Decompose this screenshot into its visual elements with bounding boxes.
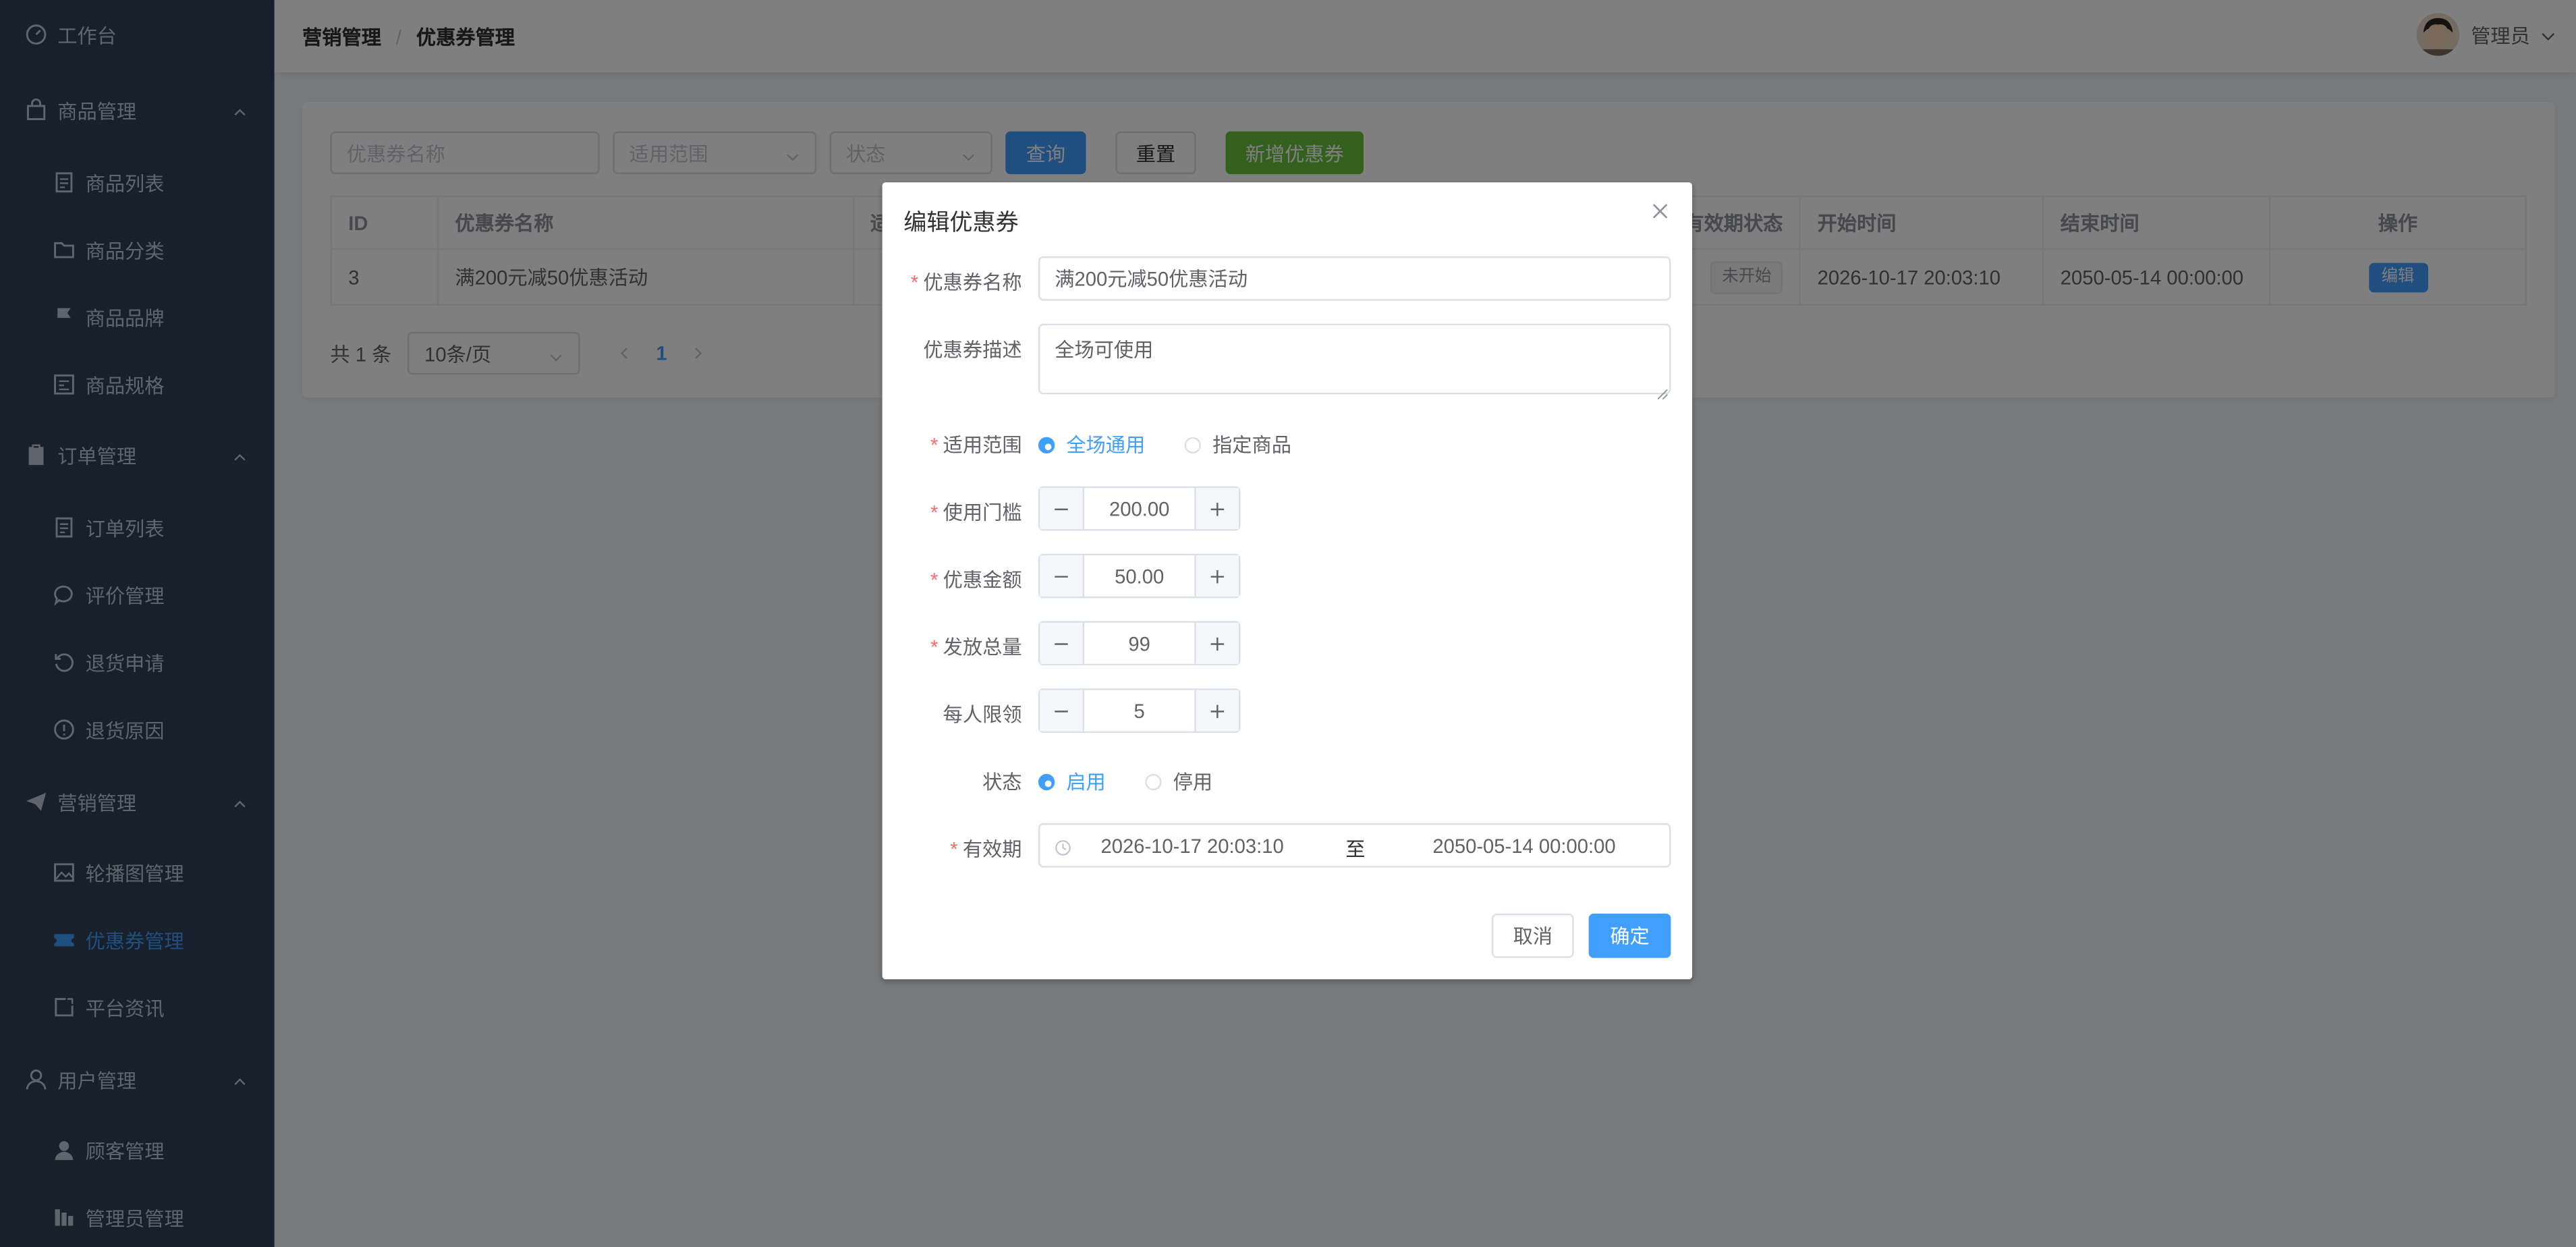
clock-icon bbox=[1055, 838, 1071, 856]
coupon-name-field[interactable]: 满200元减50优惠活动 bbox=[1038, 256, 1671, 301]
increment-button[interactable] bbox=[1194, 622, 1239, 664]
coupon-desc-field[interactable]: 全场可使用 bbox=[1038, 323, 1671, 400]
status-radio-disabled[interactable]: 停用 bbox=[1145, 767, 1212, 795]
radio-checked-icon bbox=[1038, 773, 1055, 790]
amount-stepper: 50.00 bbox=[1038, 553, 1241, 599]
limit-value[interactable]: 5 bbox=[1084, 690, 1194, 731]
increment-button[interactable] bbox=[1194, 690, 1239, 731]
coupon-desc-label: 优惠券描述 bbox=[923, 338, 1022, 362]
total-label: * 发放总量 bbox=[930, 636, 1022, 659]
date-range-picker[interactable]: 2026-10-17 20:03:10 至 2050-05-14 00:00:0… bbox=[1038, 823, 1671, 868]
scope-label: * 适用范围 bbox=[930, 433, 1022, 457]
total-value[interactable]: 99 bbox=[1084, 623, 1194, 664]
decrement-button[interactable] bbox=[1040, 690, 1085, 731]
decrement-button[interactable] bbox=[1040, 488, 1085, 530]
scope-radio-group: 全场通用 指定商品 bbox=[1038, 431, 1331, 458]
threshold-label: * 使用门槛 bbox=[930, 501, 1022, 524]
limit-label: 每人限领 bbox=[943, 703, 1022, 727]
radio-unchecked-icon bbox=[1184, 436, 1202, 453]
amount-value[interactable]: 50.00 bbox=[1084, 555, 1194, 597]
dialog-title: 编辑优惠券 bbox=[903, 209, 1019, 235]
status-label: 状态 bbox=[982, 771, 1022, 794]
range-separator: 至 bbox=[1345, 837, 1366, 861]
resize-handle-icon[interactable] bbox=[1657, 381, 1669, 400]
period-label: * 有效期 bbox=[950, 837, 1022, 861]
radio-unchecked-icon bbox=[1145, 773, 1162, 790]
increment-button[interactable] bbox=[1194, 555, 1239, 597]
range-end-value[interactable]: 2050-05-14 00:00:00 bbox=[1432, 835, 1615, 858]
close-icon[interactable] bbox=[1651, 202, 1669, 221]
coupon-name-label: * 优惠券名称 bbox=[910, 271, 1022, 294]
scope-radio-specific[interactable]: 指定商品 bbox=[1184, 431, 1291, 458]
increment-button[interactable] bbox=[1194, 488, 1239, 530]
threshold-value[interactable]: 200.00 bbox=[1084, 488, 1194, 529]
cancel-button[interactable]: 取消 bbox=[1491, 913, 1574, 958]
edit-coupon-dialog: 编辑优惠券 * 优惠券名称 满200元减50优惠活动 优惠券描述 全场可使用 * 适… bbox=[882, 182, 1693, 980]
confirm-button[interactable]: 确定 bbox=[1588, 913, 1671, 958]
threshold-stepper: 200.00 bbox=[1038, 486, 1241, 531]
status-radio-group: 启用 停用 bbox=[1038, 767, 1252, 795]
total-stepper: 99 bbox=[1038, 621, 1241, 666]
coupon-desc-value: 全场可使用 bbox=[1055, 338, 1154, 362]
radio-checked-icon bbox=[1038, 436, 1055, 453]
scope-radio-all[interactable]: 全场通用 bbox=[1038, 431, 1145, 458]
decrement-button[interactable] bbox=[1040, 555, 1085, 597]
amount-label: * 优惠金额 bbox=[930, 568, 1022, 592]
status-radio-enabled[interactable]: 启用 bbox=[1038, 767, 1106, 795]
decrement-button[interactable] bbox=[1040, 622, 1085, 664]
limit-stepper: 5 bbox=[1038, 688, 1241, 733]
range-start-value[interactable]: 2026-10-17 20:03:10 bbox=[1100, 835, 1283, 858]
